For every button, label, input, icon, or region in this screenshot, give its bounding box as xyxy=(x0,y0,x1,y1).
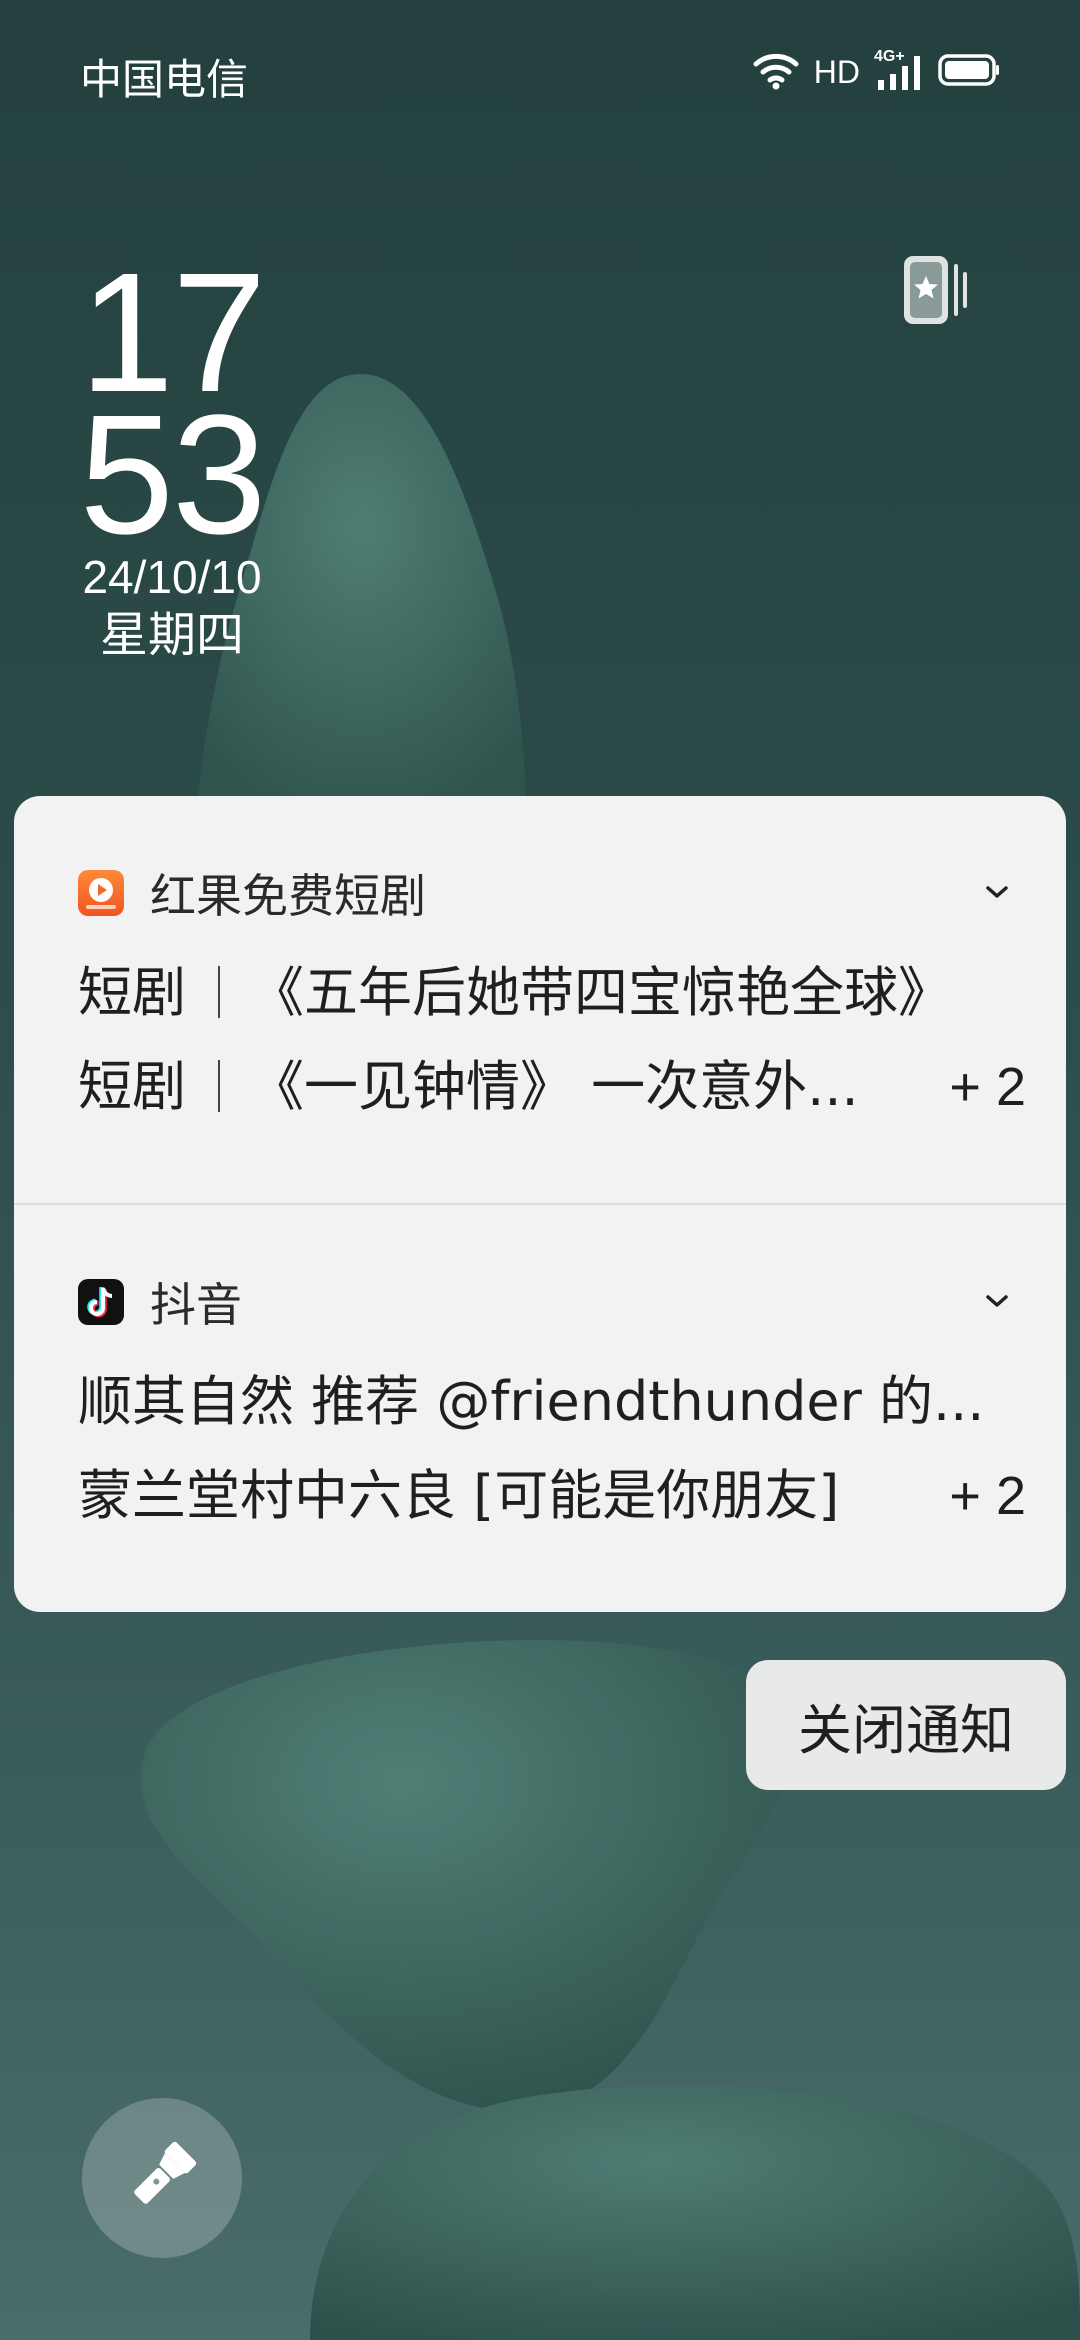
status-bar: 中国电信 HD 4G+ xyxy=(0,0,1080,140)
lockscreen-clock: 17 53 24/10/10 星期四 xyxy=(62,248,282,666)
chevron-down-icon[interactable] xyxy=(982,1289,1012,1313)
notification-header: 抖音 xyxy=(78,1277,242,1332)
status-icons: HD 4G+ xyxy=(752,48,1000,94)
wallpaper-stone-bottom xyxy=(310,2080,1080,2340)
hongguo-app-icon xyxy=(78,870,124,916)
flashlight-icon xyxy=(122,2136,202,2220)
chevron-down-icon[interactable] xyxy=(982,880,1012,904)
app-name: 抖音 xyxy=(150,1278,242,1332)
notification-message: 顺其自然 推荐 @friendthunder 的... xyxy=(78,1370,985,1433)
more-count-badge: + 2 xyxy=(949,1466,1026,1526)
wallpaper-stone-middle xyxy=(116,1600,796,2120)
separator xyxy=(218,1060,220,1113)
clock-minute: 53 xyxy=(79,380,266,570)
notification-message: 短剧 《五年后她带四宝惊艳全球》 xyxy=(78,958,1038,1028)
message-text: 《一见钟情》 一次意外... xyxy=(250,1055,859,1118)
notification-panel: 红果免费短剧 短剧 《五年后她带四宝惊艳全球》 短剧 《一见钟情》 一次意外... … xyxy=(14,796,1066,1612)
close-notifications-button[interactable]: 关闭通知 xyxy=(746,1660,1066,1790)
more-count-badge: + 2 xyxy=(949,1057,1026,1117)
notification-hongguo[interactable]: 红果免费短剧 短剧 《五年后她带四宝惊艳全球》 短剧 《一见钟情》 一次意外... … xyxy=(14,796,1066,1204)
separator xyxy=(218,966,220,1019)
notification-header: 红果免费短剧 xyxy=(78,868,426,923)
notification-message: 蒙兰堂村中六良 [可能是你朋友] xyxy=(78,1464,840,1527)
message-prefix: 短剧 xyxy=(78,1055,186,1118)
app-name: 红果免费短剧 xyxy=(150,869,426,923)
flashlight-button[interactable] xyxy=(82,2098,242,2258)
clock-date: 24/10/10 xyxy=(82,551,262,603)
battery-icon xyxy=(938,53,1000,91)
carrier-name: 中国电信 xyxy=(80,55,249,104)
wallpaper-favorite-icon[interactable] xyxy=(900,250,972,330)
clock-weekday: 星期四 xyxy=(99,607,244,663)
lock-screen: 中国电信 HD 4G+ 17 53 24/10/10 星期四 红果免费短剧 短剧… xyxy=(0,0,1080,2340)
notification-message: 短剧 《一见钟情》 一次意外... xyxy=(78,1052,1038,1122)
hd-label: HD xyxy=(813,53,860,90)
douyin-app-icon xyxy=(78,1279,124,1325)
notification-douyin[interactable]: 抖音 顺其自然 推荐 @friendthunder 的... 蒙兰堂村中六良 [… xyxy=(14,1205,1066,1612)
wifi-icon xyxy=(752,50,800,94)
signal-icon: 4G+ xyxy=(874,48,924,92)
message-text: 《五年后她带四宝惊艳全球》 xyxy=(250,961,952,1024)
message-prefix: 短剧 xyxy=(78,961,186,1024)
